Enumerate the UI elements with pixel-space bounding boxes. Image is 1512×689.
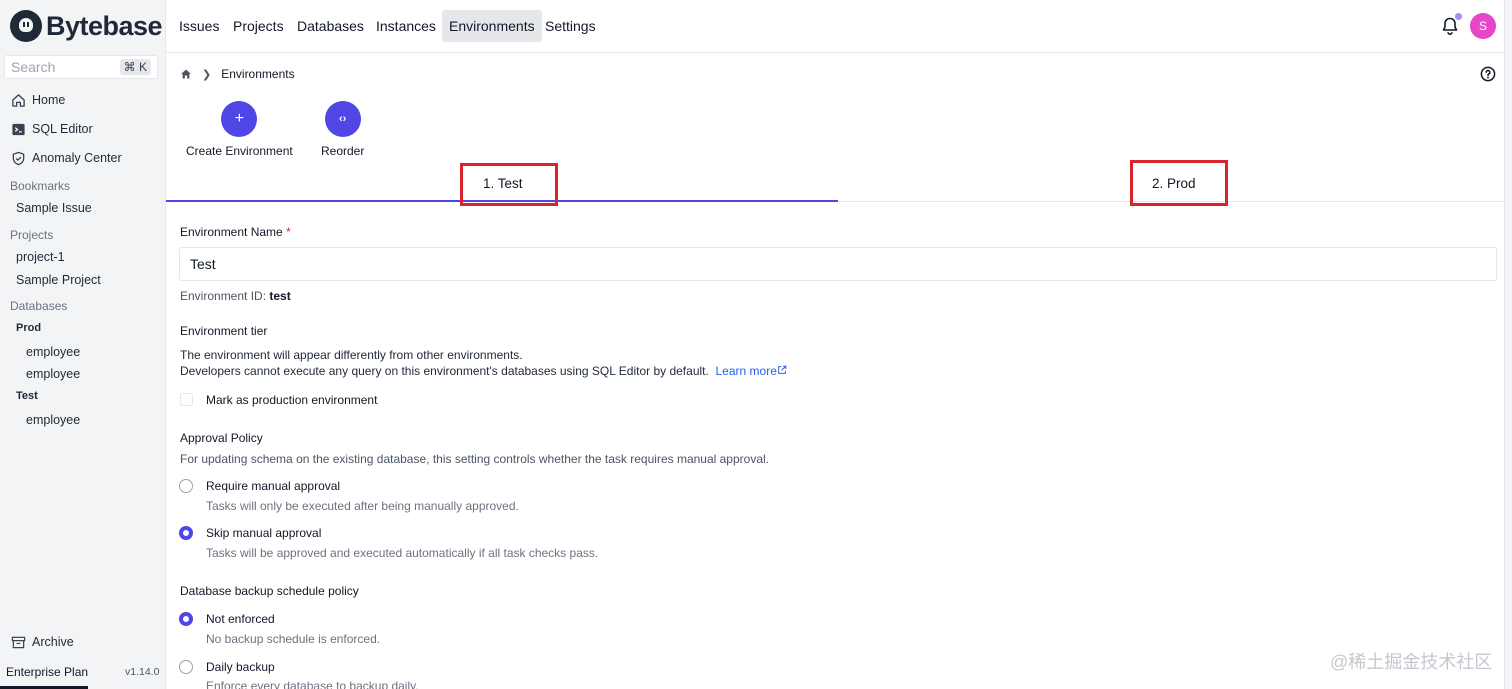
environment-name-label: Environment Name * bbox=[180, 225, 291, 239]
sidebar-item-archive[interactable]: Archive bbox=[10, 631, 74, 653]
sidebar-item-label: Home bbox=[32, 93, 66, 107]
environment-id: Environment ID: test bbox=[180, 289, 291, 303]
database-group-test[interactable]: Test bbox=[16, 390, 38, 402]
bookmark-item[interactable]: Sample Issue bbox=[16, 201, 92, 215]
breadcrumb: ❯ Environments bbox=[180, 67, 295, 81]
archive-icon bbox=[10, 634, 26, 650]
brand-logo[interactable]: Bytebase bbox=[10, 10, 163, 42]
required-mark: * bbox=[286, 225, 291, 239]
sidebar-item-label: Anomaly Center bbox=[32, 151, 122, 165]
annotation-box-test bbox=[460, 163, 558, 206]
shield-icon bbox=[10, 150, 26, 166]
chevron-right-icon: ❯ bbox=[202, 68, 212, 81]
environment-tier-desc1: The environment will appear differently … bbox=[180, 348, 523, 362]
sidebar-item-sql-editor[interactable]: SQL Editor bbox=[10, 118, 93, 140]
code-brackets-icon: ‹› bbox=[324, 101, 361, 137]
search-shortcut: ⌘ K bbox=[119, 59, 151, 75]
database-item[interactable]: employee bbox=[26, 367, 80, 381]
brand-name: Bytebase bbox=[46, 10, 163, 41]
not-enforced-label: Not enforced bbox=[206, 612, 275, 626]
nav-projects[interactable]: Projects bbox=[226, 10, 291, 42]
nav-settings[interactable]: Settings bbox=[538, 10, 603, 42]
require-approval-label: Require manual approval bbox=[206, 479, 341, 493]
skip-approval-radio[interactable] bbox=[179, 526, 193, 540]
avatar[interactable]: S bbox=[1470, 13, 1496, 39]
require-approval-desc: Tasks will only be executed after being … bbox=[206, 499, 519, 513]
bookmarks-heading: Bookmarks bbox=[10, 179, 71, 193]
approval-policy-desc: For updating schema on the existing data… bbox=[180, 452, 770, 466]
annotation-box-prod bbox=[1130, 160, 1228, 206]
not-enforced-radio[interactable] bbox=[179, 612, 193, 626]
production-checkbox[interactable] bbox=[180, 393, 193, 406]
sidebar-item-label: Archive bbox=[32, 635, 74, 649]
sidebar-item-anomaly-center[interactable]: Anomaly Center bbox=[10, 147, 122, 169]
terminal-icon bbox=[10, 121, 26, 137]
projects-heading: Projects bbox=[10, 228, 54, 242]
learn-more-link[interactable]: Learn more bbox=[716, 364, 787, 378]
approval-policy-title: Approval Policy bbox=[180, 431, 263, 445]
sidebar-item-home[interactable]: Home bbox=[10, 89, 65, 111]
search-input[interactable]: Search ⌘ K bbox=[4, 55, 158, 79]
create-environment-label: Create Environment bbox=[186, 144, 293, 158]
project-item[interactable]: project-1 bbox=[16, 250, 65, 264]
daily-backup-desc: Enforce every database to backup daily. bbox=[206, 679, 419, 689]
help-icon[interactable] bbox=[1480, 66, 1496, 82]
create-environment-button[interactable]: + Create Environment bbox=[186, 101, 293, 158]
nav-environments[interactable]: Environments bbox=[442, 10, 542, 42]
search-placeholder: Search bbox=[11, 59, 56, 75]
reorder-button[interactable]: ‹› Reorder bbox=[321, 101, 364, 158]
sidebar-item-label: SQL Editor bbox=[32, 122, 93, 136]
project-item[interactable]: Sample Project bbox=[16, 273, 101, 287]
external-link-icon bbox=[778, 365, 787, 374]
bytebase-logo-icon bbox=[10, 10, 42, 42]
databases-heading: Databases bbox=[10, 299, 68, 313]
backup-policy-title: Database backup schedule policy bbox=[180, 584, 359, 598]
reorder-label: Reorder bbox=[321, 144, 365, 158]
require-approval-radio[interactable] bbox=[179, 479, 193, 493]
environment-tier-title: Environment tier bbox=[180, 324, 268, 338]
database-item[interactable]: employee bbox=[26, 413, 80, 427]
skip-approval-desc: Tasks will be approved and executed auto… bbox=[206, 546, 599, 560]
home-icon[interactable] bbox=[180, 68, 192, 80]
plus-icon: + bbox=[221, 101, 258, 137]
skip-approval-label: Skip manual approval bbox=[206, 526, 322, 540]
nav-databases[interactable]: Databases bbox=[290, 10, 371, 42]
environment-tier-desc2: Developers cannot execute any query on t… bbox=[180, 364, 787, 378]
database-item[interactable]: employee bbox=[26, 345, 80, 359]
top-navigation: Issues Projects Databases Instances Envi… bbox=[166, 0, 1512, 53]
sidebar: Bytebase Search ⌘ K Home SQL Editor Anom… bbox=[0, 0, 166, 689]
home-icon bbox=[10, 92, 26, 108]
production-checkbox-label: Mark as production environment bbox=[206, 393, 378, 407]
not-enforced-desc: No backup schedule is enforced. bbox=[206, 632, 381, 646]
daily-backup-radio[interactable] bbox=[179, 660, 193, 674]
plan-label[interactable]: Enterprise Plan bbox=[6, 665, 88, 679]
nav-instances[interactable]: Instances bbox=[369, 10, 443, 42]
nav-issues[interactable]: Issues bbox=[172, 10, 226, 42]
environment-name-input[interactable]: Test bbox=[179, 247, 1497, 281]
database-group-prod[interactable]: Prod bbox=[16, 322, 41, 334]
scrollbar-track[interactable] bbox=[1504, 0, 1512, 689]
version-label: v1.14.0 bbox=[125, 666, 160, 678]
breadcrumb-current: Environments bbox=[221, 67, 295, 81]
notification-dot bbox=[1455, 13, 1462, 20]
daily-backup-label: Daily backup bbox=[206, 660, 275, 674]
watermark: @稀土掘金技术社区 bbox=[1330, 652, 1493, 672]
